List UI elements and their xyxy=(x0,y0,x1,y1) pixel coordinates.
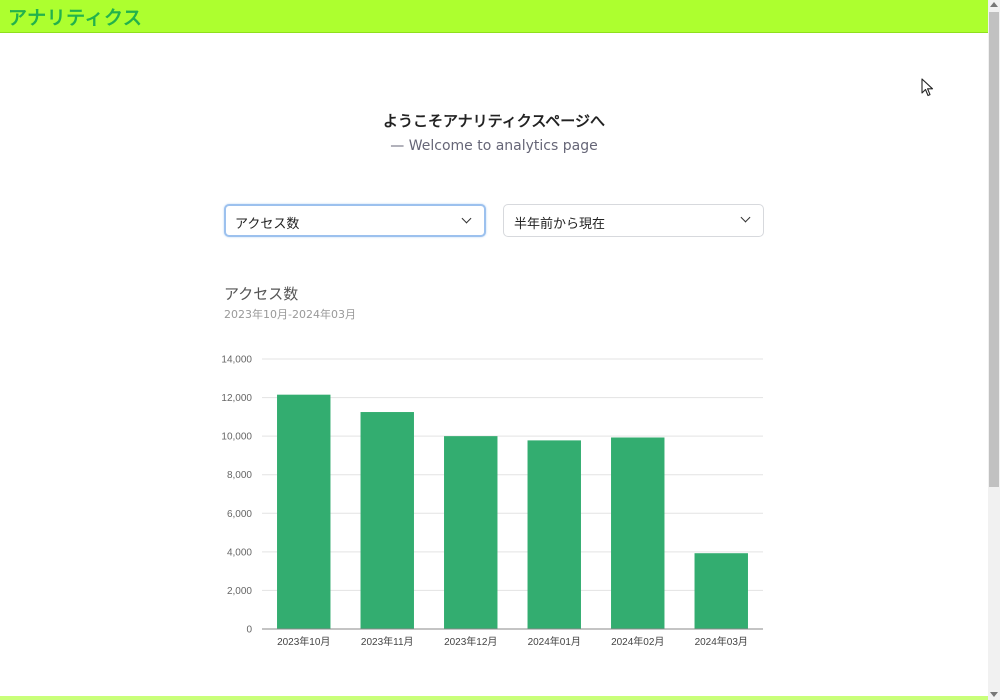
x-tick-label: 2024年02月 xyxy=(611,635,664,648)
bar xyxy=(611,437,665,629)
vertical-scrollbar[interactable] xyxy=(988,0,1000,700)
y-tick-label: 2,000 xyxy=(227,586,252,597)
x-tick-label: 2023年10月 xyxy=(277,635,330,648)
scroll-down-arrow-icon[interactable] xyxy=(990,692,998,697)
y-tick-label: 14,000 xyxy=(221,355,252,366)
bar xyxy=(527,440,581,629)
scrollbar-thumb[interactable] xyxy=(989,12,999,487)
x-tick-label: 2024年03月 xyxy=(695,635,748,648)
bar xyxy=(444,436,498,629)
x-tick-label: 2023年11月 xyxy=(361,635,414,648)
x-tick-label: 2024年01月 xyxy=(528,635,581,648)
x-tick-label: 2023年12月 xyxy=(444,635,497,648)
y-tick-label: 0 xyxy=(246,625,252,636)
y-tick-label: 6,000 xyxy=(227,509,252,520)
y-tick-label: 8,000 xyxy=(227,470,252,481)
access-bar-chart: 0 2,000 4,000 6,000 8,000 10,000 12,000 14,000 2… xyxy=(221,355,763,648)
y-tick-label: 4,000 xyxy=(227,547,252,558)
scroll-up-arrow-icon[interactable] xyxy=(990,2,998,7)
bar xyxy=(360,412,414,629)
bar xyxy=(694,553,748,629)
y-tick-label: 10,000 xyxy=(221,432,252,443)
bar xyxy=(277,394,331,629)
y-tick-label: 12,000 xyxy=(221,393,252,404)
